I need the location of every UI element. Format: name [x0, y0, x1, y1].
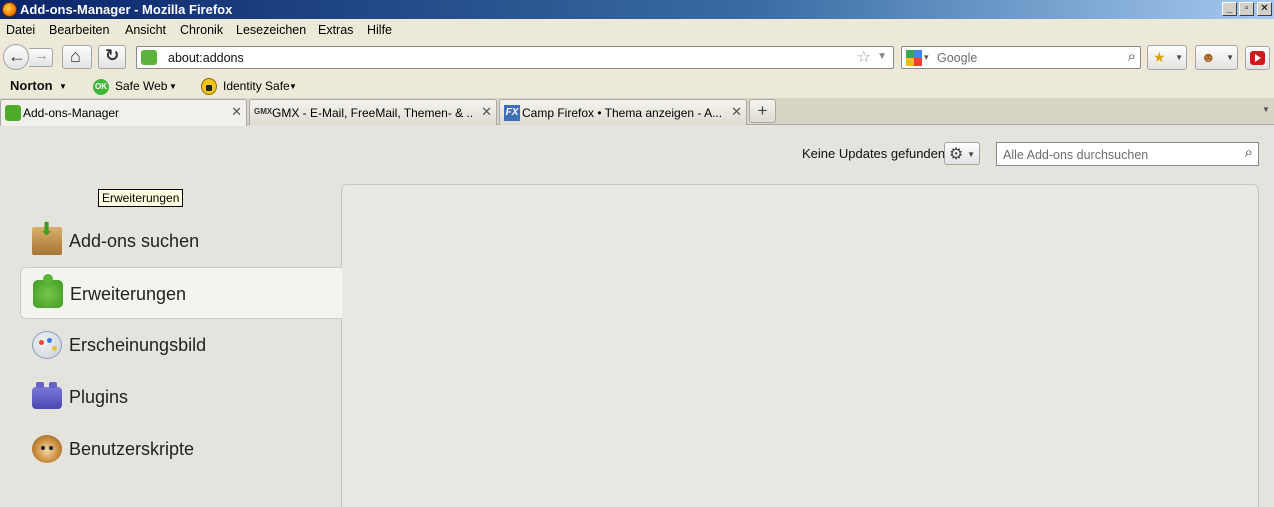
category-label: Add-ons suchen [69, 231, 200, 251]
dropdown-arrow-icon: ▼ [1226, 53, 1234, 62]
tab-camp-firefox[interactable]: FX Camp Firefox • Thema anzeigen - A... … [499, 99, 747, 125]
category-plugins[interactable]: Plugins [20, 371, 342, 423]
close-tab-icon[interactable]: ✕ [481, 104, 492, 120]
appearance-icon [32, 331, 62, 359]
gmx-icon: GMX [254, 107, 273, 116]
addons-detail-pane [341, 184, 1259, 507]
forward-button[interactable] [29, 47, 53, 67]
bookmark-star-icon[interactable]: ☆ [857, 47, 871, 67]
web-search-placeholder[interactable]: Google [937, 51, 977, 65]
tools-gear-button[interactable]: ⚙ ▼ [944, 142, 980, 165]
new-tab-button[interactable]: + [749, 99, 776, 123]
url-history-dropdown-icon[interactable]: ▼ [877, 51, 887, 62]
navigation-toolbar: about:addons ☆ ▼ ▾ Google ⌕ ★ ▼ ☻ ▼ [0, 41, 1274, 74]
search-engine-dropdown-icon[interactable]: ▾ [924, 52, 929, 63]
puzzle-icon [5, 105, 21, 121]
menu-extras[interactable]: Extras [318, 23, 353, 37]
identity-safe-lock-icon [201, 78, 217, 95]
identity-safe-button[interactable]: Identity Safe [223, 79, 290, 93]
greasemonkey-icon [32, 435, 62, 463]
menu-ansicht[interactable]: Ansicht [125, 23, 166, 37]
category-tooltip: Erweiterungen [98, 189, 184, 207]
site-identity-icon[interactable] [141, 50, 157, 65]
greasemonkey-button[interactable]: ☻ ▼ [1195, 45, 1238, 70]
menu-lesezeichen[interactable]: Lesezeichen [236, 23, 306, 37]
close-window-button[interactable]: ✕ [1257, 2, 1272, 16]
install-icon [32, 219, 62, 255]
menu-datei[interactable]: Datei [6, 23, 35, 37]
close-tab-icon[interactable]: ✕ [231, 104, 242, 120]
norton-toolbar: Norton ▼ OK Safe Web ▼ Identity Safe ▼ [0, 74, 1274, 98]
play-video-icon [1250, 51, 1265, 65]
update-status-text: Keine Updates gefunden [802, 146, 946, 161]
category-label: Erweiterungen [70, 284, 187, 304]
menu-chronik[interactable]: Chronik [180, 23, 223, 37]
dropdown-arrow-icon: ▼ [967, 150, 975, 159]
search-go-icon[interactable]: ⌕ [1128, 48, 1136, 65]
fx-icon: FX [504, 105, 520, 121]
norton-menu[interactable]: Norton [10, 78, 53, 93]
safe-web-button[interactable]: Safe Web [115, 79, 167, 93]
tab-strip: Add-ons-Manager ✕ GMX GMX - E-Mail, Free… [0, 98, 1274, 126]
category-appearance[interactable]: Erscheinungsbild [20, 319, 342, 371]
firefox-logo-icon [2, 2, 17, 17]
home-button[interactable] [62, 45, 92, 69]
tab-label: Add-ons-Manager [23, 106, 120, 120]
star-toolbar-icon: ★ [1153, 49, 1166, 65]
list-all-tabs-icon[interactable]: ▼ [1262, 105, 1270, 114]
url-text[interactable]: about:addons [168, 51, 244, 65]
tab-gmx[interactable]: GMX GMX - E-Mail, FreeMail, Themen- & ..… [249, 99, 497, 125]
reload-button[interactable] [98, 45, 126, 69]
menu-hilfe[interactable]: Hilfe [367, 23, 392, 37]
tab-label: GMX - E-Mail, FreeMail, Themen- & ... [272, 106, 472, 120]
monkey-toolbar-icon: ☻ [1201, 49, 1216, 65]
addons-search-placeholder[interactable]: Alle Add-ons durchsuchen [1003, 148, 1148, 162]
tab-label: Camp Firefox • Thema anzeigen - A... [522, 106, 722, 120]
category-get-addons[interactable]: Add-ons suchen [20, 215, 342, 267]
dropdown-arrow-icon[interactable]: ▼ [289, 82, 297, 91]
youtube-button[interactable] [1245, 46, 1270, 70]
minimize-button[interactable]: _ [1222, 2, 1237, 16]
menu-bar: Datei Bearbeiten Ansicht Chronik Lesezei… [0, 19, 1274, 41]
bookmark-addon-button[interactable]: ★ ▼ [1147, 45, 1187, 70]
maximize-button[interactable]: ▫ [1239, 2, 1254, 16]
back-button[interactable] [3, 44, 29, 70]
window-title: Add-ons-Manager - Mozilla Firefox [20, 2, 233, 17]
web-search-bar[interactable]: ▾ Google ⌕ [901, 46, 1141, 69]
dropdown-arrow-icon[interactable]: ▼ [169, 82, 177, 91]
category-extensions[interactable]: Erweiterungen [20, 267, 342, 319]
category-label: Erscheinungsbild [69, 335, 207, 355]
category-label: Benutzerskripte [69, 439, 195, 459]
dropdown-arrow-icon: ▼ [1175, 53, 1183, 62]
search-icon[interactable]: ⌕ [1245, 144, 1253, 161]
menu-bearbeiten[interactable]: Bearbeiten [49, 23, 109, 37]
plugin-icon [32, 382, 62, 409]
google-engine-icon[interactable] [906, 50, 922, 66]
close-tab-icon[interactable]: ✕ [731, 104, 742, 120]
extension-icon [33, 274, 63, 308]
category-userscripts[interactable]: Benutzerskripte [20, 423, 342, 475]
url-bar[interactable]: about:addons ☆ ▼ [136, 46, 894, 69]
addons-manager-content: Keine Updates gefunden ⚙ ▼ Alle Add-ons … [0, 125, 1274, 507]
category-label: Plugins [69, 387, 129, 407]
safe-web-ok-icon: OK [93, 79, 109, 95]
window-titlebar: Add-ons-Manager - Mozilla Firefox _ ▫ ✕ [0, 0, 1274, 19]
gear-icon: ⚙ [949, 146, 964, 163]
tab-add-ons-manager[interactable]: Add-ons-Manager ✕ [0, 99, 247, 126]
dropdown-arrow-icon[interactable]: ▼ [59, 82, 67, 91]
addons-search-input[interactable]: Alle Add-ons durchsuchen ⌕ [996, 142, 1259, 166]
